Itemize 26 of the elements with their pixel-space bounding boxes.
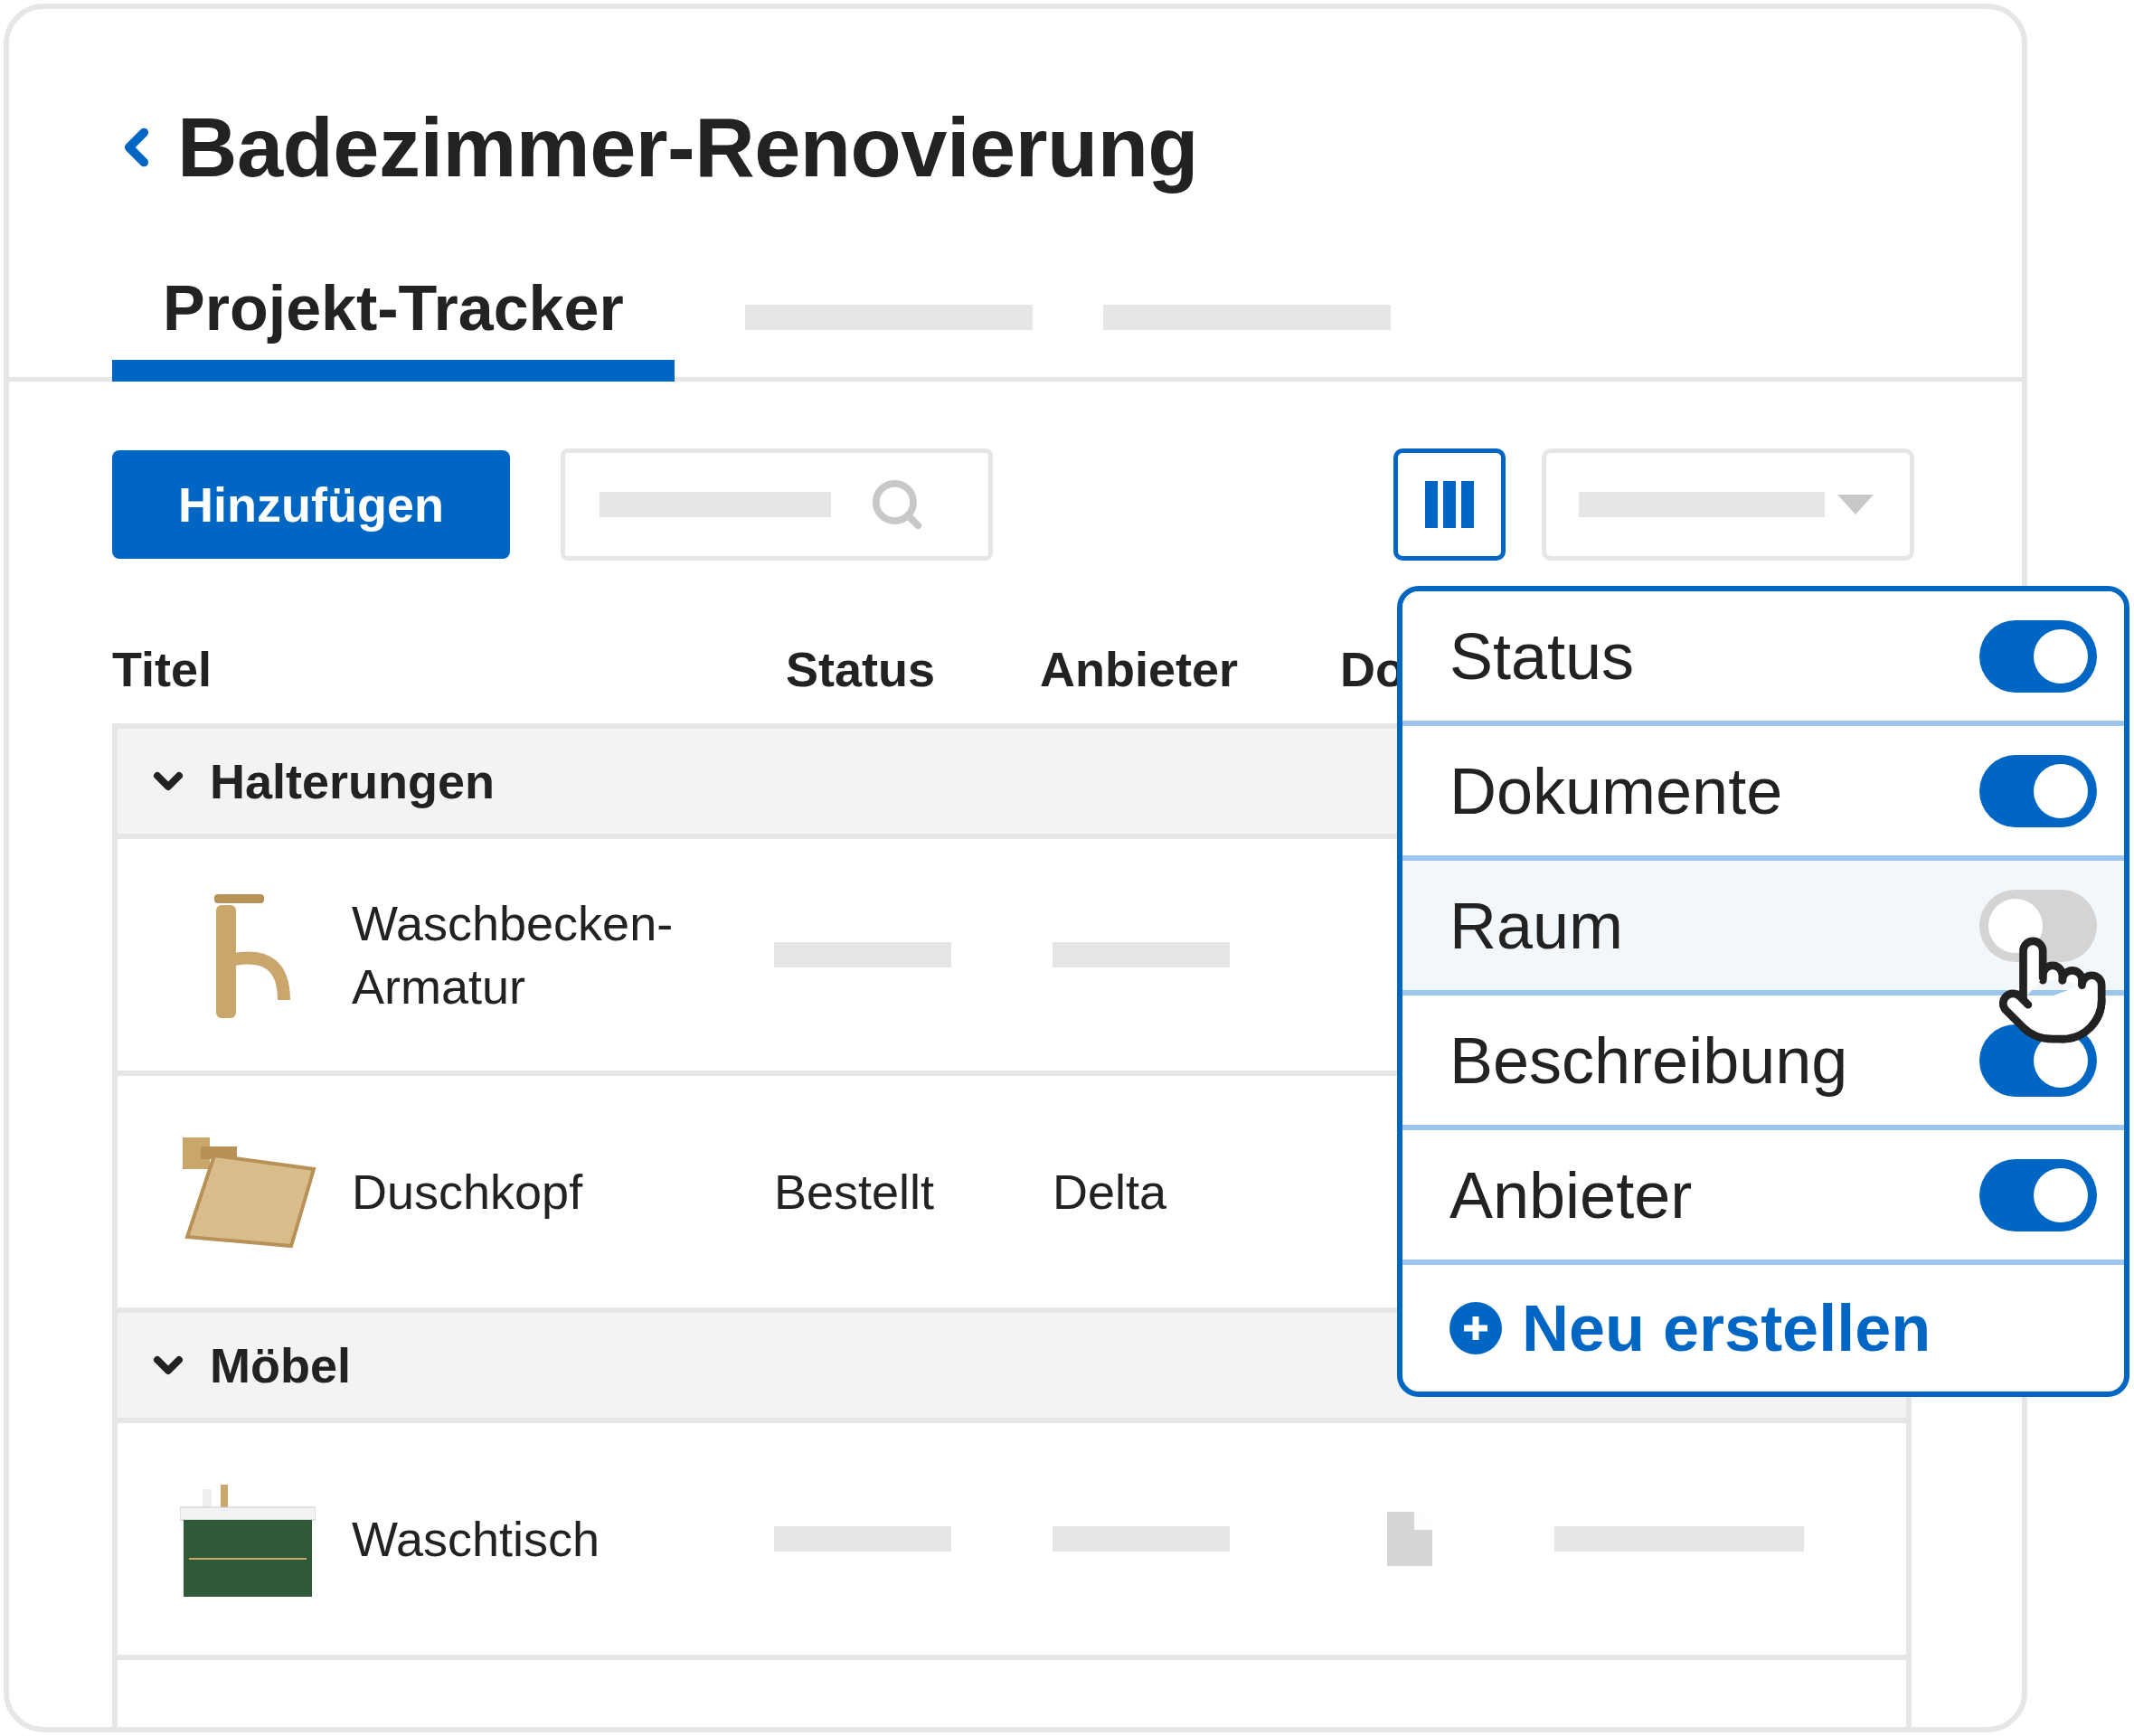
status-text: Bestellt <box>774 1164 935 1219</box>
columns-button[interactable] <box>1393 448 1506 561</box>
menu-item-label: Dokumente <box>1449 758 1783 824</box>
item-title: Waschtisch <box>352 1511 601 1569</box>
menu-item[interactable]: Status <box>1402 591 2124 726</box>
column-header: Anbieter <box>1040 641 1239 696</box>
item-title: Waschbecken-Armatur <box>352 895 675 1016</box>
column-header: Status <box>786 641 936 696</box>
dropdown-caret-icon <box>1837 495 1874 515</box>
plus-circle-icon <box>1449 1302 1502 1354</box>
menu-item-label: Status <box>1449 623 1635 689</box>
table-row[interactable]: Waschtisch <box>118 1423 1906 1661</box>
column-header: Titel <box>112 641 212 696</box>
add-button[interactable]: Hinzufügen <box>112 450 510 560</box>
item-title: Duschkopf <box>352 1164 584 1222</box>
group-title: Möbel <box>210 1336 351 1394</box>
document-icon <box>1387 1512 1432 1567</box>
tab[interactable]: Projekt-Tracker <box>112 277 675 382</box>
dropdown-field[interactable] <box>1542 448 1914 561</box>
vendor-text: Delta <box>1053 1164 1167 1219</box>
menu-item-label: Anbieter <box>1449 1162 1693 1228</box>
menu-item-label: Raum <box>1449 892 1624 958</box>
page-title: Badezimmer-Renovierung <box>177 100 1199 195</box>
menu-item[interactable]: Raum <box>1402 861 2124 995</box>
group-title: Halterungen <box>210 752 496 810</box>
search-field[interactable] <box>561 448 993 561</box>
